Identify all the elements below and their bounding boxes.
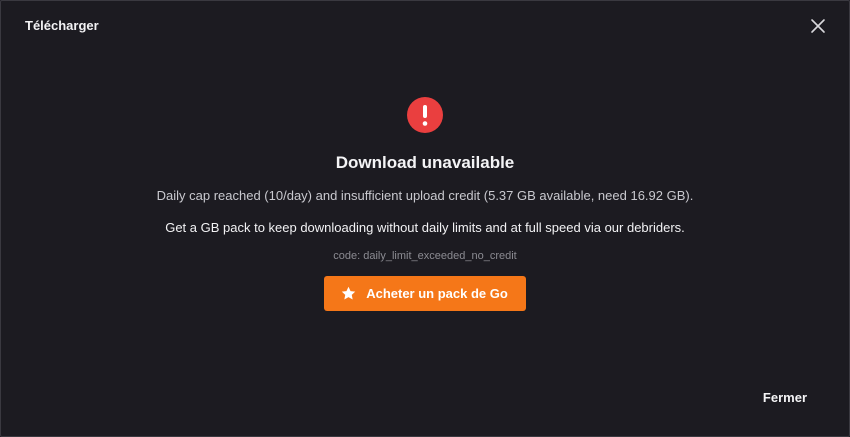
dialog-content: Download unavailable Daily cap reached (… <box>1 97 849 311</box>
exclamation-circle-icon <box>407 97 443 133</box>
buy-gb-pack-button[interactable]: Acheter un pack de Go <box>324 276 526 311</box>
star-icon <box>340 285 357 302</box>
error-code: code: daily_limit_exceeded_no_credit <box>333 250 517 262</box>
promo-message: Get a GB pack to keep downloading withou… <box>165 220 685 235</box>
close-footer-button[interactable]: Fermer <box>763 390 807 405</box>
dialog-title: Télécharger <box>25 18 99 33</box>
error-heading: Download unavailable <box>335 153 515 172</box>
error-message: Daily cap reached (10/day) and insuffici… <box>156 188 694 203</box>
buy-gb-pack-label: Acheter un pack de Go <box>366 286 508 301</box>
close-icon <box>807 19 829 41</box>
download-dialog: Télécharger Download unavailable Daily c… <box>0 0 850 437</box>
close-button[interactable] <box>807 15 829 37</box>
